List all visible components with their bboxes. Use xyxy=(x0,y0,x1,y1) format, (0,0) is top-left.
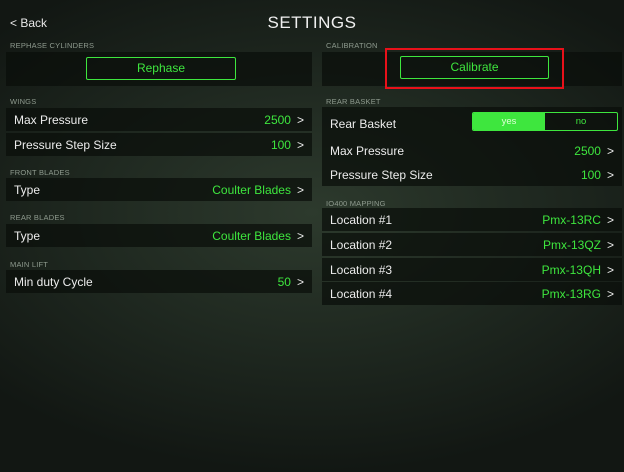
row-label: Type xyxy=(14,229,41,243)
row-value: Coulter Blades > xyxy=(212,229,304,243)
chevron-right-icon: > xyxy=(296,138,304,152)
row-value: Pmx-13QH > xyxy=(541,263,614,277)
top-bar: < Back SETTINGS xyxy=(0,0,624,34)
rear-basket-toggle-label: Rear Basket xyxy=(330,117,397,131)
rephase-panel: Rephase xyxy=(6,52,312,86)
row-value: Coulter Blades > xyxy=(212,183,304,197)
section-label-io400-mapping: IO400 MAPPING xyxy=(326,199,386,208)
io400-location-4-row[interactable]: Location #4 Pmx-13RG > xyxy=(322,282,622,305)
section-label-rephase: REPHASE CYLINDERS xyxy=(10,41,95,50)
row-label: Location #3 xyxy=(330,263,393,277)
rear-basket-toggle[interactable]: yes no xyxy=(472,112,618,131)
main-lift-duty-cycle-row[interactable]: Min duty Cycle 50 > xyxy=(6,270,312,293)
chevron-right-icon: > xyxy=(296,229,304,243)
row-label: Pressure Step Size xyxy=(330,168,433,182)
front-blades-type-row[interactable]: Type Coulter Blades > xyxy=(6,178,312,201)
chevron-right-icon: > xyxy=(606,144,614,158)
io400-location-3-row[interactable]: Location #3 Pmx-13QH > xyxy=(322,258,622,281)
rear-basket-pressure-step-row[interactable]: Pressure Step Size 100 > xyxy=(322,163,622,186)
row-value: 50 > xyxy=(277,275,304,289)
row-value: Pmx-13QZ > xyxy=(542,238,614,252)
chevron-right-icon: > xyxy=(296,275,304,289)
section-label-rear-blades: REAR BLADES xyxy=(10,213,65,222)
rear-blades-type-row[interactable]: Type Coulter Blades > xyxy=(6,224,312,247)
section-label-wings: WINGS xyxy=(10,97,37,106)
row-label: Location #2 xyxy=(330,238,393,252)
row-label: Location #1 xyxy=(330,213,393,227)
chevron-right-icon: > xyxy=(606,168,614,182)
row-label: Max Pressure xyxy=(14,113,89,127)
rear-basket-max-pressure-row[interactable]: Max Pressure 2500 > xyxy=(322,139,622,162)
row-value: 2500 > xyxy=(574,144,614,158)
toggle-yes-option[interactable]: yes xyxy=(473,113,545,130)
toggle-no-option[interactable]: no xyxy=(545,113,617,130)
section-label-rear-basket: REAR BASKET xyxy=(326,97,381,106)
wings-pressure-step-row[interactable]: Pressure Step Size 100 > xyxy=(6,133,312,156)
section-label-calibration: CALIBRATION xyxy=(326,41,378,50)
chevron-right-icon: > xyxy=(606,238,614,252)
io400-location-1-row[interactable]: Location #1 Pmx-13RC > xyxy=(322,208,622,231)
chevron-right-icon: > xyxy=(606,213,614,227)
row-value: 2500 > xyxy=(264,113,304,127)
calibration-panel: Calibrate xyxy=(322,52,622,86)
chevron-right-icon: > xyxy=(296,183,304,197)
row-value: 100 > xyxy=(270,138,304,152)
chevron-right-icon: > xyxy=(606,287,614,301)
rephase-button[interactable]: Rephase xyxy=(86,57,236,80)
rear-basket-panel: Rear Basket yes no Max Pressure 2500 > Pr… xyxy=(322,107,622,186)
row-value: Pmx-13RG > xyxy=(541,287,614,301)
row-label: Location #4 xyxy=(330,287,393,301)
row-label: Type xyxy=(14,183,41,197)
io400-location-2-row[interactable]: Location #2 Pmx-13QZ > xyxy=(322,233,622,256)
section-label-front-blades: FRONT BLADES xyxy=(10,168,70,177)
calibrate-button[interactable]: Calibrate xyxy=(400,56,549,79)
page-title: SETTINGS xyxy=(267,13,357,32)
row-value: 100 > xyxy=(580,168,614,182)
row-label: Max Pressure xyxy=(330,144,405,158)
chevron-right-icon: > xyxy=(606,263,614,277)
row-label: Pressure Step Size xyxy=(14,138,117,152)
row-label: Min duty Cycle xyxy=(14,275,93,289)
chevron-right-icon: > xyxy=(296,113,304,127)
section-label-main-lift: MAIN LIFT xyxy=(10,260,49,269)
row-value: Pmx-13RC > xyxy=(542,213,614,227)
wings-max-pressure-row[interactable]: Max Pressure 2500 > xyxy=(6,108,312,131)
